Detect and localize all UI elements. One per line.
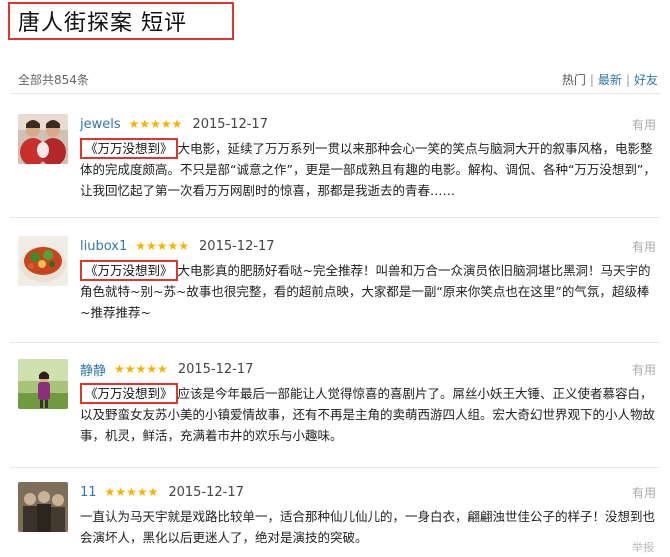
review-header: 静静 ★★★★★ 2015-12-17 <box>80 359 253 379</box>
useful-button[interactable]: 有用 <box>632 116 656 133</box>
sort-latest[interactable]: 最新 <box>598 73 622 87</box>
rating-stars-icon: ★★★★★ <box>104 485 159 499</box>
page-title-box: 唐人街探案 短评 <box>8 2 234 40</box>
avatar[interactable] <box>18 359 68 409</box>
sort-separator: | <box>589 73 594 87</box>
review-content: 一直认为马天宇就是戏路比较单一，适合那种仙儿仙儿的，一身白衣，翩翩浊世佳公子的样… <box>80 509 656 545</box>
review-text: 《万万没想到》 应该是今年最后一部能让人觉得惊喜的喜剧片了。屌丝小妖王大锤、正义使… <box>80 383 658 446</box>
username-link[interactable]: jewels <box>80 117 121 132</box>
rating-stars-icon: ★★★★★ <box>135 239 190 253</box>
movie-title-tag: 《万万没想到》 <box>80 383 178 404</box>
review-divider <box>10 467 660 468</box>
review-text: 一直认为马天宇就是戏路比较单一，适合那种仙儿仙儿的，一身白衣，翩翩浊世佳公子的样… <box>80 506 658 548</box>
review-date: 2015-12-17 <box>168 484 244 500</box>
review-divider <box>10 342 660 343</box>
review-header: liubox1 ★★★★★ 2015-12-17 <box>80 236 275 256</box>
username-link[interactable]: 11 <box>80 485 97 500</box>
useful-button[interactable]: 有用 <box>632 484 656 501</box>
username-link[interactable]: liubox1 <box>80 239 127 254</box>
page-title: 唐人街探案 短评 <box>18 11 187 36</box>
review-text: 《万万没想到》 大电影真的肥肠好看哒~完全推荐！叫兽和万合一众演员依旧脑洞堪比黑洞… <box>80 260 658 323</box>
review-date: 2015-12-17 <box>192 116 268 132</box>
avatar[interactable] <box>18 236 68 286</box>
header-divider <box>10 93 660 94</box>
sort-hot[interactable]: 热门 <box>562 73 586 87</box>
username-link[interactable]: 静静 <box>80 360 106 379</box>
review-divider <box>10 217 660 218</box>
sort-tabs: 热门 | 最新 | 好友 <box>562 71 658 88</box>
movie-title-tag: 《万万没想到》 <box>80 260 178 281</box>
total-count: 全部共854条 <box>18 73 89 87</box>
review-header: jewels ★★★★★ 2015-12-17 <box>80 114 268 134</box>
review-header: 11 ★★★★★ 2015-12-17 <box>80 482 244 502</box>
avatar[interactable] <box>18 114 68 164</box>
rating-stars-icon: ★★★★★ <box>128 117 183 131</box>
review-date: 2015-12-17 <box>177 361 254 377</box>
report-link[interactable]: 举报 <box>632 539 654 555</box>
avatar[interactable] <box>18 482 68 532</box>
useful-button[interactable]: 有用 <box>632 361 656 378</box>
review-date: 2015-12-17 <box>199 238 275 254</box>
movie-title-tag: 《万万没想到》 <box>80 138 178 159</box>
useful-button[interactable]: 有用 <box>632 238 656 255</box>
rating-stars-icon: ★★★★★ <box>114 362 168 376</box>
sort-friends[interactable]: 好友 <box>634 73 658 87</box>
sort-separator: | <box>625 73 630 87</box>
review-text: 《万万没想到》 大电影，延续了万万系列一贯以来那种会心一笑的笑点与脑洞大开的叙事风… <box>80 138 658 201</box>
